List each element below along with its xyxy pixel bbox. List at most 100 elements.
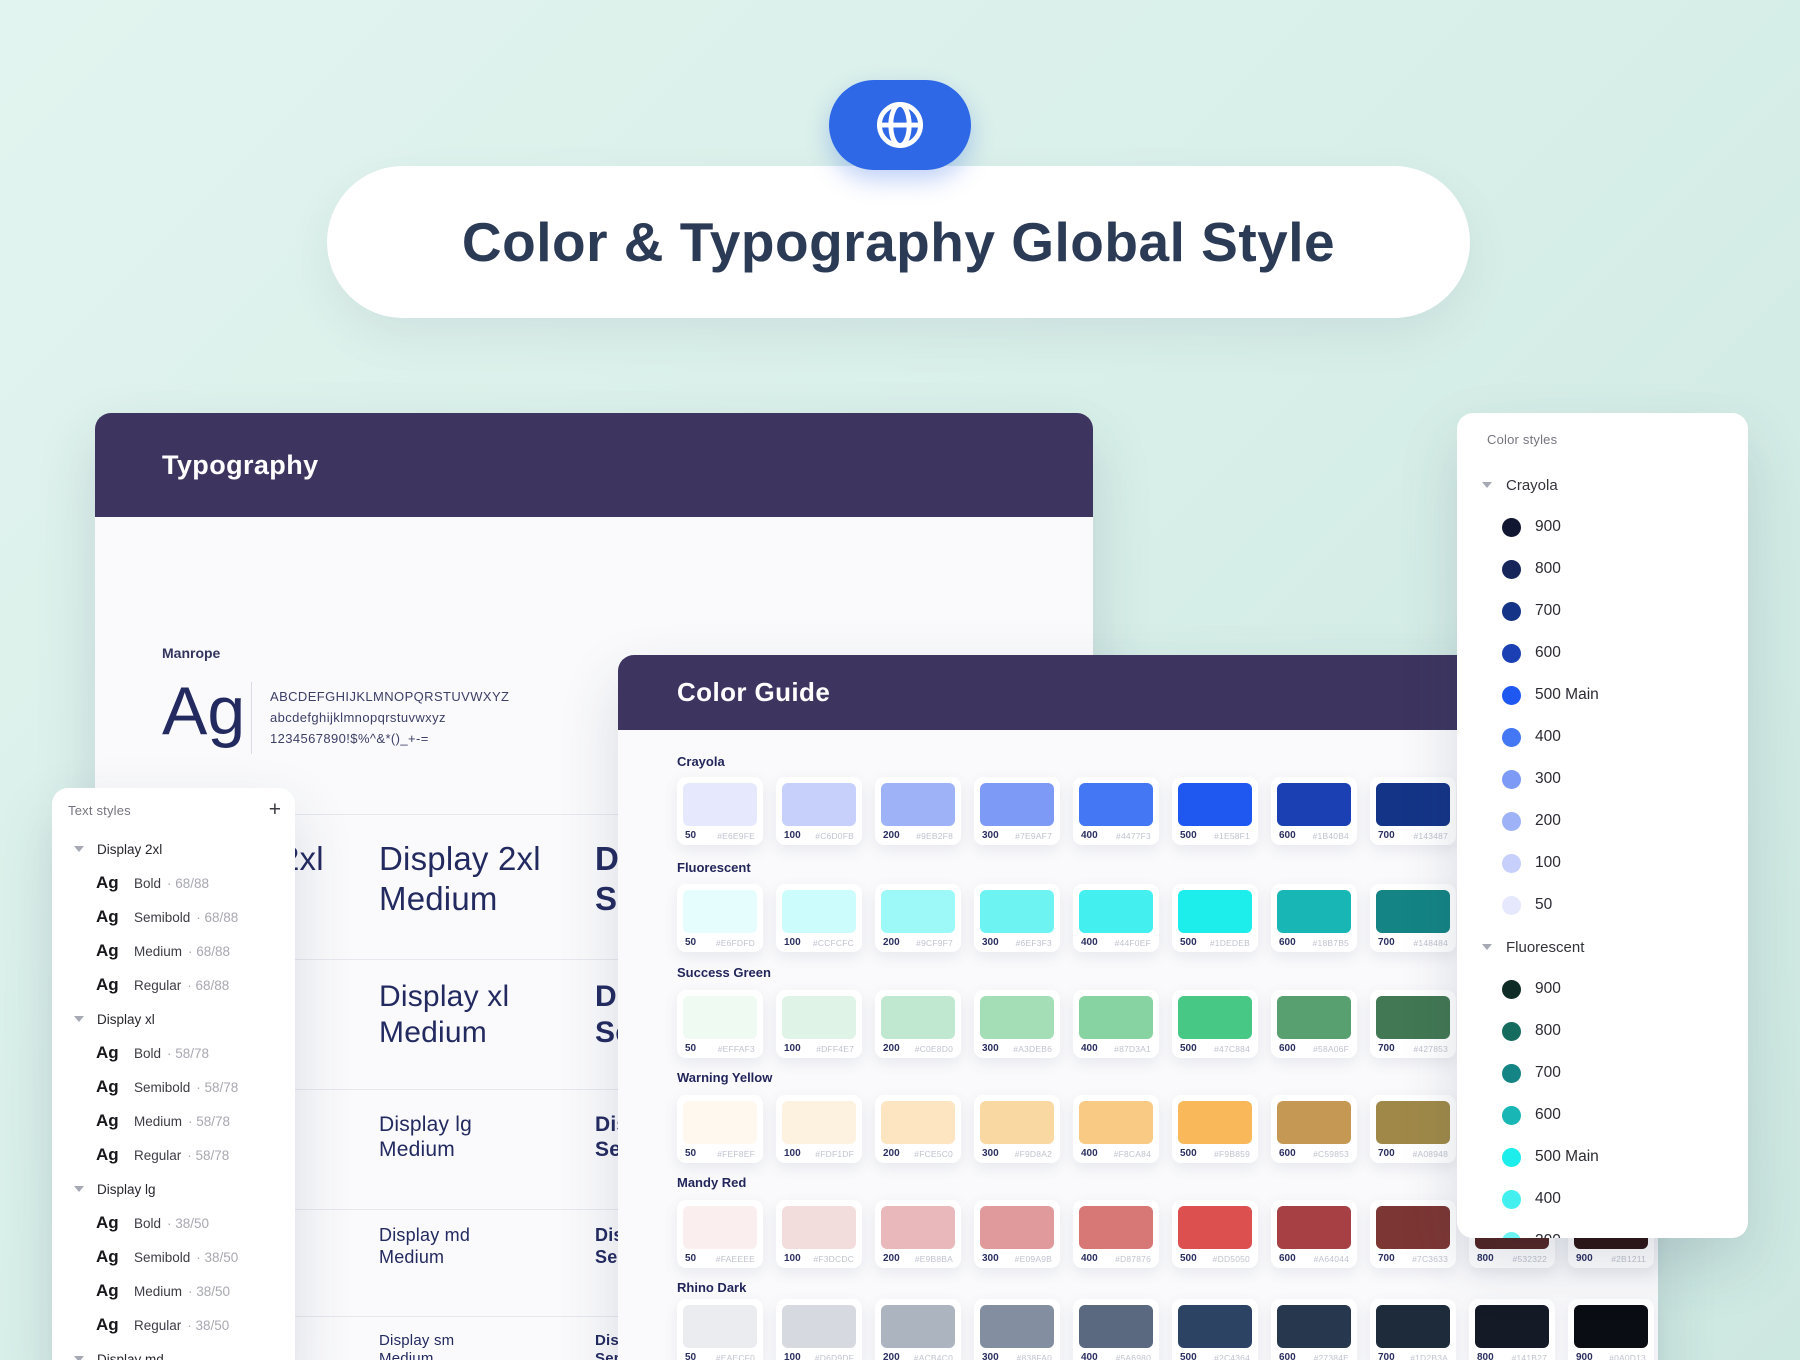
text-style-item[interactable]: AgBold· 68/88	[52, 866, 295, 900]
color-swatch-card[interactable]: 700#A08948	[1370, 1095, 1456, 1163]
color-style-item[interactable]: 600	[1457, 632, 1748, 674]
text-style-group-display-2xl[interactable]: Display 2xl	[52, 832, 295, 866]
color-style-group-crayola[interactable]: Crayola	[1457, 464, 1748, 506]
color-swatch-card[interactable]: 100#FDF1DF	[776, 1095, 862, 1163]
color-swatch-card[interactable]: 400#D87876	[1073, 1200, 1159, 1268]
text-style-item[interactable]: AgSemibold· 38/50	[52, 1240, 295, 1274]
color-swatch-card[interactable]: 600#C59853	[1271, 1095, 1357, 1163]
color-swatch	[1079, 1305, 1153, 1348]
color-style-item[interactable]: 500 Main	[1457, 674, 1748, 716]
add-text-style-button[interactable]: +	[269, 800, 281, 820]
color-swatch-card[interactable]: 200#9CF9F7	[875, 884, 961, 952]
color-style-group-fluorescent[interactable]: Fluorescent	[1457, 926, 1748, 968]
color-swatch-card[interactable]: 50#EFFAF3	[677, 990, 763, 1058]
color-style-item[interactable]: 500 Main	[1457, 1136, 1748, 1178]
color-swatch-card[interactable]: 600#27384E	[1271, 1299, 1357, 1360]
color-style-item[interactable]: 800	[1457, 548, 1748, 590]
text-style-item[interactable]: AgBold· 38/50	[52, 1206, 295, 1240]
color-swatch-card[interactable]: 600#A64044	[1271, 1200, 1357, 1268]
color-swatch-card[interactable]: 100#D6D9DF	[776, 1299, 862, 1360]
color-swatch-card[interactable]: 50#FEF8EF	[677, 1095, 763, 1163]
text-style-group-display-xl[interactable]: Display xl	[52, 1002, 295, 1036]
color-swatch-card[interactable]: 100#C6D0FB	[776, 777, 862, 845]
color-swatch-card[interactable]: 700#7C3633	[1370, 1200, 1456, 1268]
color-style-item[interactable]: 300	[1457, 1220, 1748, 1238]
color-style-item[interactable]: 700	[1457, 590, 1748, 632]
text-style-item[interactable]: AgSemibold· 58/78	[52, 1070, 295, 1104]
color-swatch-card[interactable]: 50#E6FDFD	[677, 884, 763, 952]
text-style-item[interactable]: AgMedium· 38/50	[52, 1274, 295, 1308]
color-swatch-card[interactable]: 200#FCE5C0	[875, 1095, 961, 1163]
text-style-item[interactable]: AgRegular· 58/78	[52, 1138, 295, 1172]
color-swatch-card[interactable]: 600#1B40B4	[1271, 777, 1357, 845]
color-swatch-card[interactable]: 400#44F0EF	[1073, 884, 1159, 952]
color-style-item[interactable]: 600	[1457, 1094, 1748, 1136]
color-swatch-card[interactable]: 300#7E9AF7	[974, 777, 1060, 845]
color-style-item[interactable]: 300	[1457, 758, 1748, 800]
text-style-item[interactable]: AgMedium· 68/88	[52, 934, 295, 968]
color-style-item[interactable]: 400	[1457, 1178, 1748, 1220]
color-style-item[interactable]: 100	[1457, 842, 1748, 884]
color-swatch-card[interactable]: 600#58A06F	[1271, 990, 1357, 1058]
chevron-down-icon[interactable]	[1482, 944, 1492, 950]
swatch-label-row: 300#A3DEB6	[982, 1041, 1052, 1056]
color-swatch-card[interactable]: 700#427853	[1370, 990, 1456, 1058]
color-swatch-card[interactable]: 50#E6E9FE	[677, 777, 763, 845]
color-swatch-card[interactable]: 500#DD5050	[1172, 1200, 1258, 1268]
color-style-item[interactable]: 400	[1457, 716, 1748, 758]
color-swatch-card[interactable]: 50#EAECF0	[677, 1299, 763, 1360]
color-style-item[interactable]: 800	[1457, 1010, 1748, 1052]
color-style-item[interactable]: 200	[1457, 800, 1748, 842]
chevron-down-icon[interactable]	[74, 1016, 84, 1022]
text-style-item[interactable]: AgMedium· 58/78	[52, 1104, 295, 1138]
color-swatch-card[interactable]: 500#1DEDEB	[1172, 884, 1258, 952]
color-swatch-card[interactable]: 100#DFF4E7	[776, 990, 862, 1058]
text-style-item[interactable]: AgRegular· 68/88	[52, 968, 295, 1002]
color-swatch-card[interactable]: 700#143487	[1370, 777, 1456, 845]
color-swatch-card[interactable]: 200#E9B8BA	[875, 1200, 961, 1268]
text-style-item[interactable]: AgRegular· 38/50	[52, 1308, 295, 1342]
color-style-dot	[1502, 560, 1521, 579]
color-swatch-card[interactable]: 400#4477F3	[1073, 777, 1159, 845]
color-swatch-card[interactable]: 400#5A6980	[1073, 1299, 1159, 1360]
color-swatch	[1079, 783, 1153, 826]
color-swatch-card[interactable]: 50#FAEEEE	[677, 1200, 763, 1268]
color-swatch-card[interactable]: 700#1D2B3A	[1370, 1299, 1456, 1360]
color-style-shade-label: 200	[1535, 812, 1561, 830]
swatch-label-row: 600#1B40B4	[1279, 828, 1349, 843]
text-style-group-display-md[interactable]: Display md	[52, 1342, 295, 1360]
color-swatch-card[interactable]: 300#6EF3F3	[974, 884, 1060, 952]
color-swatch-card[interactable]: 300#E09A9B	[974, 1200, 1060, 1268]
color-swatch-card[interactable]: 500#1E58F1	[1172, 777, 1258, 845]
color-swatch-card[interactable]: 600#18B7B5	[1271, 884, 1357, 952]
color-swatch-card[interactable]: 500#47C884	[1172, 990, 1258, 1058]
swatch-label-row: 50#E6E9FE	[685, 828, 755, 843]
color-style-item[interactable]: 900	[1457, 506, 1748, 548]
chevron-down-icon[interactable]	[74, 1356, 84, 1360]
color-swatch-card[interactable]: 300#A3DEB6	[974, 990, 1060, 1058]
color-swatch-card[interactable]: 800#141B27	[1469, 1299, 1555, 1360]
color-swatch-card[interactable]: 700#148484	[1370, 884, 1456, 952]
text-style-item[interactable]: AgSemibold· 68/88	[52, 900, 295, 934]
color-swatch-card[interactable]: 200#C0E8D0	[875, 990, 961, 1058]
color-style-item[interactable]: 900	[1457, 968, 1748, 1010]
color-swatch-card[interactable]: 200#9EB2F8	[875, 777, 961, 845]
color-swatch-card[interactable]: 500#2C4364	[1172, 1299, 1258, 1360]
color-swatch-card[interactable]: 300#838FA0	[974, 1299, 1060, 1360]
color-style-item[interactable]: 50	[1457, 884, 1748, 926]
text-style-group-display-lg[interactable]: Display lg	[52, 1172, 295, 1206]
color-swatch	[683, 890, 757, 933]
color-swatch-card[interactable]: 100#F3DCDC	[776, 1200, 862, 1268]
chevron-down-icon[interactable]	[74, 846, 84, 852]
color-swatch-card[interactable]: 100#CCFCFC	[776, 884, 862, 952]
chevron-down-icon[interactable]	[74, 1186, 84, 1192]
text-style-item[interactable]: AgBold· 58/78	[52, 1036, 295, 1070]
color-swatch-card[interactable]: 400#F8CA84	[1073, 1095, 1159, 1163]
color-swatch-card[interactable]: 300#F9D8A2	[974, 1095, 1060, 1163]
color-style-item[interactable]: 700	[1457, 1052, 1748, 1094]
color-swatch-card[interactable]: 400#87D3A1	[1073, 990, 1159, 1058]
color-swatch-card[interactable]: 900#0A0D13	[1568, 1299, 1654, 1360]
color-swatch-card[interactable]: 500#F9B859	[1172, 1095, 1258, 1163]
color-swatch-card[interactable]: 200#ACB4C0	[875, 1299, 961, 1360]
chevron-down-icon[interactable]	[1482, 482, 1492, 488]
